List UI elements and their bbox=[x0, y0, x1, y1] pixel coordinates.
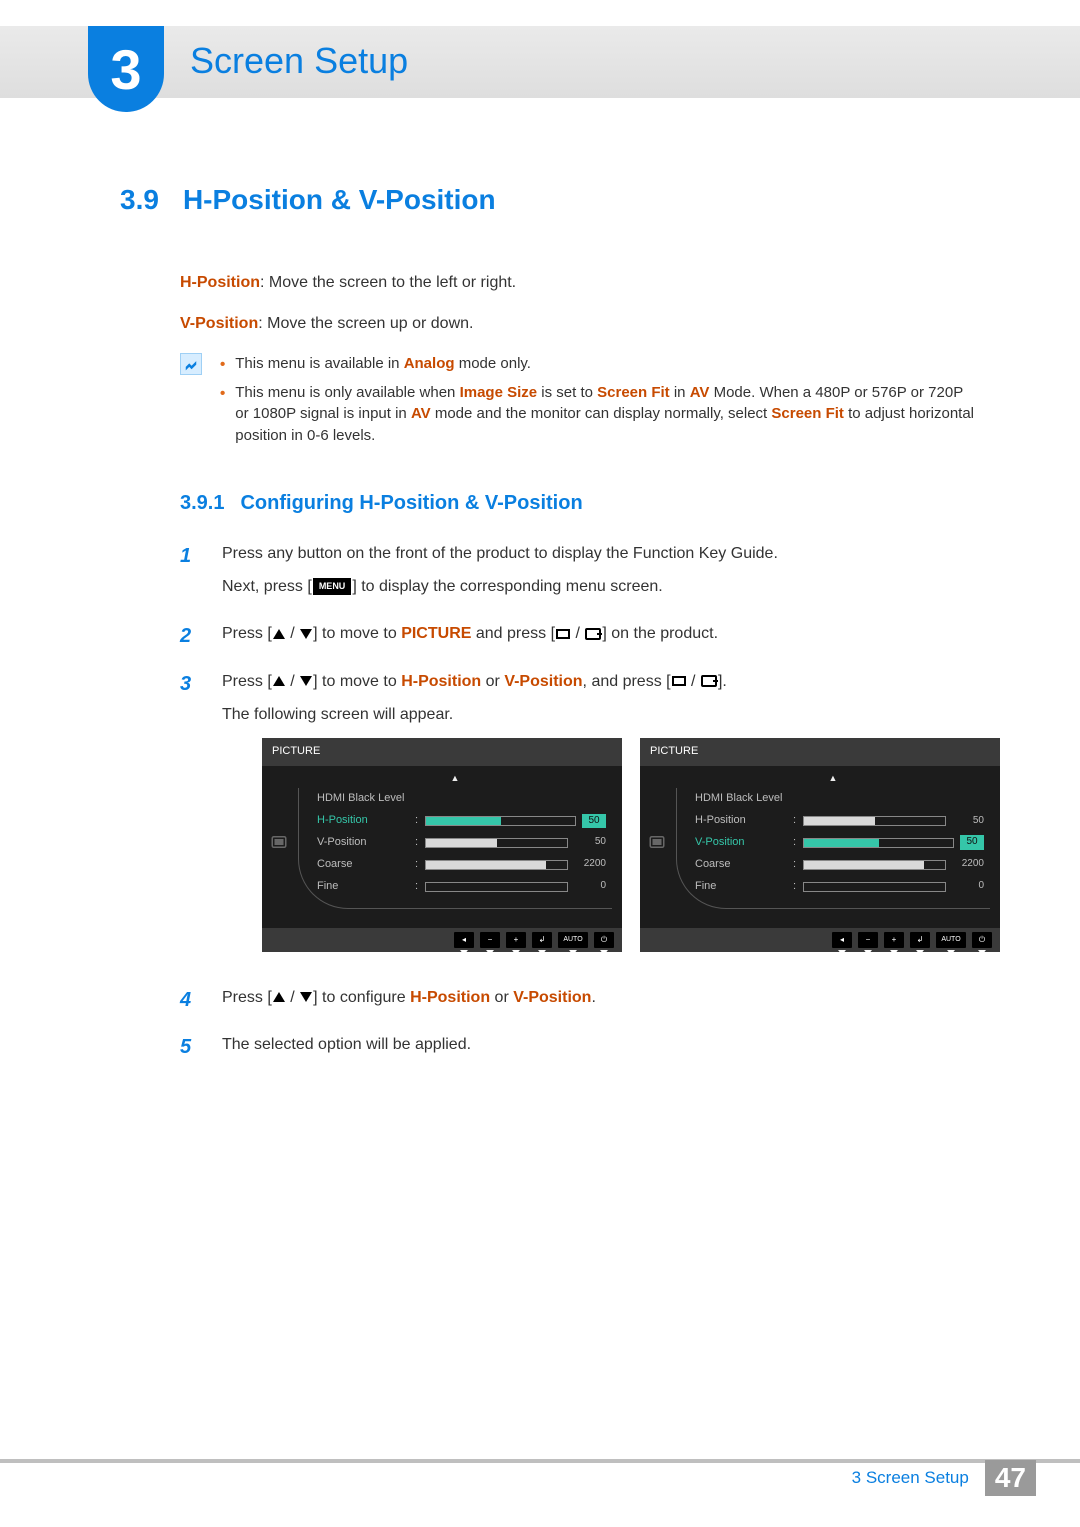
step-3: 3 Press [ / ] to move to H-Position or V… bbox=[180, 670, 1000, 972]
osd-footer-button: AUTO bbox=[558, 932, 588, 948]
osd-scroll-up-icon: ▲ bbox=[298, 772, 612, 785]
osd-footer-button: ↲ bbox=[910, 932, 930, 948]
term-vposition: V-Position bbox=[180, 315, 258, 332]
osd-item-label: Fine bbox=[317, 879, 409, 895]
note-item: This menu is only available when Image S… bbox=[220, 382, 980, 447]
step-list: 1 Press any button on the front of the p… bbox=[180, 542, 1000, 1066]
osd-item: HDMI Black Level bbox=[677, 788, 990, 810]
osd-panel-right: PICTURE ▲ HDMI Black Level H-Position:50… bbox=[640, 738, 1000, 952]
triangle-up-icon bbox=[273, 992, 285, 1002]
osd-footer-button: ⏻ bbox=[972, 932, 992, 948]
term-hposition: H-Position bbox=[180, 274, 260, 291]
osd-header: PICTURE bbox=[640, 738, 1000, 766]
osd-item: V-Position:50 bbox=[299, 832, 612, 854]
section-title: H-Position & V-Position bbox=[183, 184, 496, 215]
osd-footer-button: AUTO bbox=[936, 932, 966, 948]
footer-breadcrumb: 3 Screen Setup bbox=[852, 1468, 969, 1488]
menu-button-icon: MENU bbox=[313, 578, 352, 595]
page-content: 3.9 H-Position & V-Position H-Position: M… bbox=[120, 180, 1000, 1080]
triangle-up-icon bbox=[273, 629, 285, 639]
subsection-heading: 3.9.1 Configuring H-Position & V-Position bbox=[180, 489, 1000, 518]
osd-item-label: Fine bbox=[695, 879, 787, 895]
osd-item: Fine:0 bbox=[677, 876, 990, 898]
osd-item-label: HDMI Black Level bbox=[317, 791, 409, 807]
osd-preview-row: PICTURE ▲ HDMI Black Level H-Position:50… bbox=[262, 738, 1000, 952]
osd-item: HDMI Black Level bbox=[299, 788, 612, 810]
chapter-number-badge: 3 bbox=[88, 26, 164, 112]
osd-item: H-Position:50 bbox=[299, 810, 612, 832]
section-heading: 3.9 H-Position & V-Position bbox=[120, 180, 1000, 221]
osd-item-label: Coarse bbox=[695, 857, 787, 873]
osd-item-label: Coarse bbox=[317, 857, 409, 873]
osd-item-label: V-Position bbox=[317, 835, 409, 851]
enter-icon bbox=[701, 675, 717, 687]
osd-category-icon bbox=[646, 772, 668, 912]
step-2: 2 Press [ / ] to move to PICTURE and pre… bbox=[180, 622, 1000, 655]
source-icon bbox=[556, 629, 570, 639]
page-footer: 3 Screen Setup 47 bbox=[0, 1459, 1080, 1493]
osd-footer-button: ↲ bbox=[532, 932, 552, 948]
osd-header: PICTURE bbox=[262, 738, 622, 766]
chapter-title: Screen Setup bbox=[190, 40, 408, 82]
osd-item-label: H-Position bbox=[695, 813, 787, 829]
osd-footer-button: − bbox=[480, 932, 500, 948]
note-block: This menu is available in Analog mode on… bbox=[180, 353, 1000, 453]
enter-icon bbox=[585, 628, 601, 640]
osd-item: Coarse:2200 bbox=[677, 854, 990, 876]
osd-item: H-Position:50 bbox=[677, 810, 990, 832]
osd-footer-button: ◂ bbox=[832, 932, 852, 948]
osd-item-label: H-Position bbox=[317, 813, 409, 829]
subsection-title: Configuring H-Position & V-Position bbox=[240, 492, 582, 514]
note-list: This menu is available in Analog mode on… bbox=[220, 353, 980, 453]
triangle-up-icon bbox=[273, 676, 285, 686]
osd-item: V-Position:50 bbox=[677, 832, 990, 854]
osd-footer-button: ◂ bbox=[454, 932, 474, 948]
osd-footer: ◂−+ ↲ AUTO ⏻ bbox=[262, 928, 622, 952]
definition-vposition: V-Position: Move the screen up or down. bbox=[180, 312, 1000, 335]
osd-item-label: HDMI Black Level bbox=[695, 791, 787, 807]
triangle-down-icon bbox=[300, 992, 312, 1002]
step-1: 1 Press any button on the front of the p… bbox=[180, 542, 1000, 608]
osd-panel-left: PICTURE ▲ HDMI Black Level H-Position:50… bbox=[262, 738, 622, 952]
osd-item: Coarse:2200 bbox=[299, 854, 612, 876]
osd-footer-button: − bbox=[858, 932, 878, 948]
triangle-down-icon bbox=[300, 629, 312, 639]
osd-footer-button: + bbox=[506, 932, 526, 948]
page-number: 47 bbox=[985, 1460, 1036, 1496]
osd-item: Fine:0 bbox=[299, 876, 612, 898]
triangle-down-icon bbox=[300, 676, 312, 686]
definition-hposition: H-Position: Move the screen to the left … bbox=[180, 271, 1000, 294]
osd-footer: ◂−+ ↲ AUTO ⏻ bbox=[640, 928, 1000, 952]
osd-scroll-up-icon: ▲ bbox=[676, 772, 990, 785]
osd-category-icon bbox=[268, 772, 290, 912]
step-4: 4 Press [ / ] to configure H-Position or… bbox=[180, 986, 1000, 1019]
subsection-number: 3.9.1 bbox=[180, 492, 224, 514]
note-item: This menu is available in Analog mode on… bbox=[220, 353, 980, 376]
osd-footer-button: ⏻ bbox=[594, 932, 614, 948]
note-icon bbox=[180, 353, 202, 375]
step-5: 5 The selected option will be applied. bbox=[180, 1033, 1000, 1066]
osd-footer-button: + bbox=[884, 932, 904, 948]
osd-item-label: V-Position bbox=[695, 835, 787, 851]
section-number: 3.9 bbox=[120, 184, 159, 215]
source-icon bbox=[672, 676, 686, 686]
